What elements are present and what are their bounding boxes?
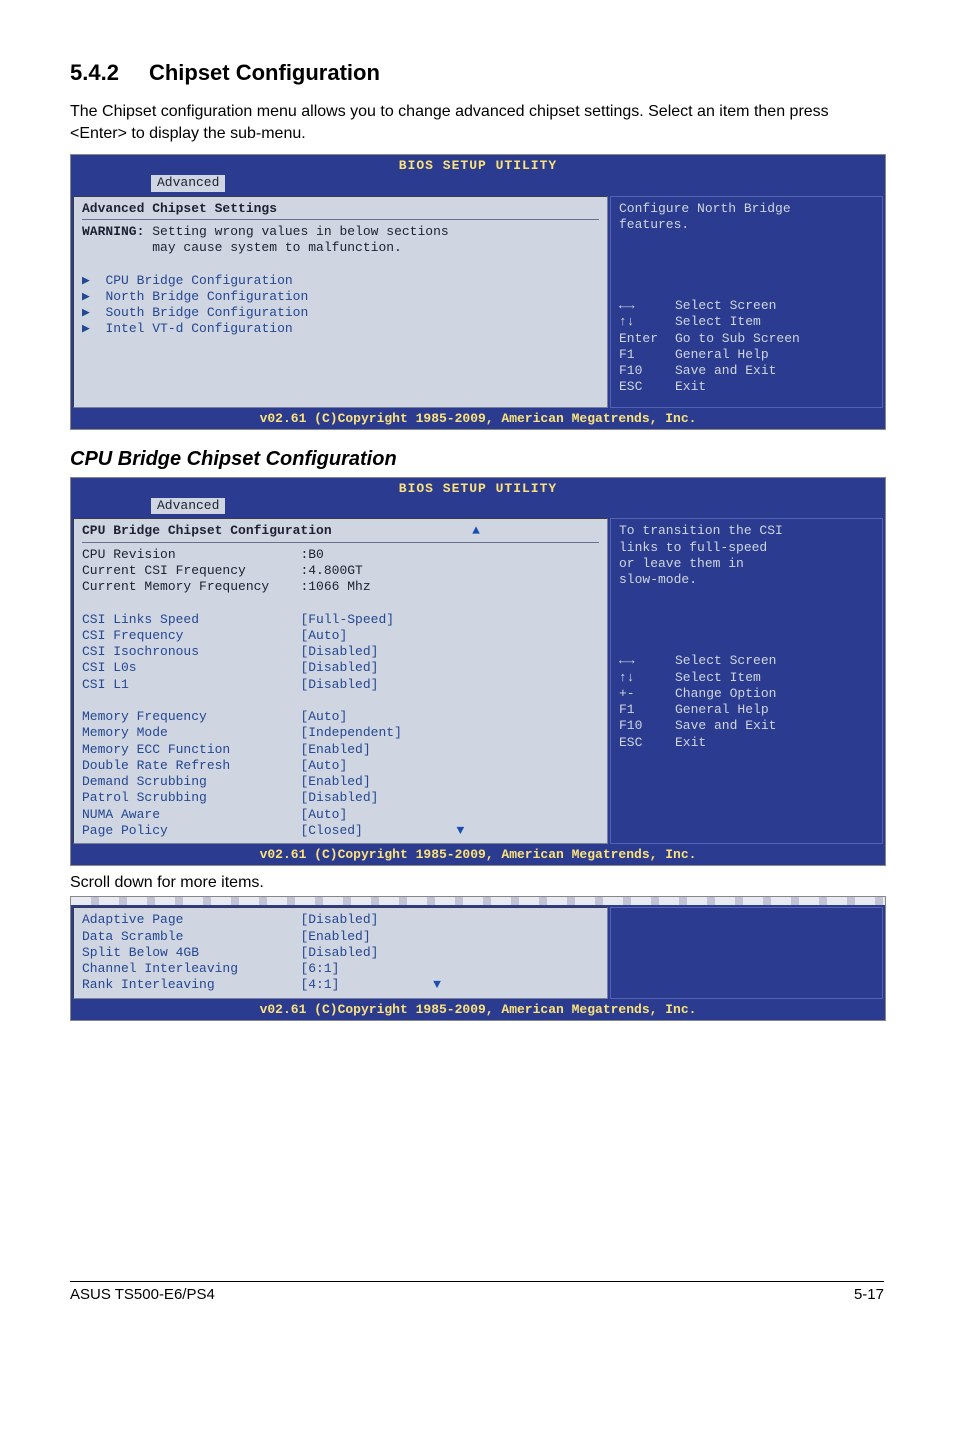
warning-line-2: may cause system to malfunction.	[152, 240, 402, 255]
help-text: Configure North Bridge features.	[619, 201, 791, 232]
bios-tab-row: Advanced	[71, 498, 885, 516]
menu-vtd[interactable]: Intel VT-d Configuration	[105, 321, 292, 336]
menu-cpu-bridge[interactable]: CPU Bridge Configuration	[105, 273, 292, 288]
bios-help-pane: To transition the CSI links to full-spee…	[610, 518, 883, 844]
setting-row[interactable]: Memory Frequency [Auto]	[82, 709, 347, 724]
bios-screen-2: BIOS SETUP UTILITY Advanced CPU Bridge C…	[70, 477, 886, 867]
bios-screen-1: BIOS SETUP UTILITY Advanced Advanced Chi…	[70, 154, 886, 430]
bios-title: BIOS SETUP UTILITY	[71, 155, 885, 175]
tab-advanced[interactable]: Advanced	[151, 175, 225, 191]
section-heading: 5.4.2 Chipset Configuration	[70, 60, 884, 86]
setting-row[interactable]: CSI L0s [Disabled]	[82, 660, 378, 675]
info-row: CPU Revision :B0	[82, 547, 324, 562]
bios-tab-row: Advanced	[71, 175, 885, 193]
setting-row[interactable]: Split Below 4GB [Disabled]	[82, 945, 378, 960]
torn-edge	[71, 897, 885, 905]
setting-row[interactable]: CSI L1 [Disabled]	[82, 677, 378, 692]
info-row: Current Memory Frequency :1066 Mhz	[82, 579, 371, 594]
chipset-heading: Advanced Chipset Settings	[82, 201, 277, 216]
setting-row[interactable]: NUMA Aware [Auto]	[82, 807, 347, 822]
bios-title: BIOS SETUP UTILITY	[71, 478, 885, 498]
info-row: Current CSI Frequency :4.800GT	[82, 563, 363, 578]
setting-row[interactable]: Demand Scrubbing [Enabled]	[82, 774, 371, 789]
setting-row[interactable]: Memory Mode [Independent]	[82, 725, 402, 740]
help-text: To transition the CSI links to full-spee…	[619, 523, 783, 587]
setting-row[interactable]: Data Scramble [Enabled]	[82, 929, 371, 944]
setting-row[interactable]: Rank Interleaving [4:1]	[82, 977, 339, 992]
setting-row[interactable]: CSI Isochronous [Disabled]	[82, 644, 378, 659]
setting-row[interactable]: Double Rate Refresh [Auto]	[82, 758, 347, 773]
menu-south-bridge[interactable]: South Bridge Configuration	[105, 305, 308, 320]
setting-row[interactable]: Memory ECC Function [Enabled]	[82, 742, 371, 757]
setting-row[interactable]: Page Policy [Closed]	[82, 823, 363, 838]
menu-north-bridge[interactable]: North Bridge Configuration	[105, 289, 308, 304]
setting-row[interactable]: Patrol Scrubbing [Disabled]	[82, 790, 378, 805]
bios-help-pane	[610, 907, 883, 998]
intro-paragraph: The Chipset configuration menu allows yo…	[70, 101, 884, 144]
setting-row[interactable]: Adaptive Page [Disabled]	[82, 912, 378, 927]
bios-help-pane: Configure North Bridge features. ←→Selec…	[610, 196, 883, 408]
footer-right: 5-17	[854, 1286, 884, 1303]
bios-copyright: v02.61 (C)Copyright 1985-2009, American …	[71, 410, 885, 429]
cpu-bridge-heading: CPU Bridge Chipset Configuration	[82, 523, 332, 538]
page-footer: ASUS TS500-E6/PS4 5-17	[70, 1281, 884, 1303]
warning-line-1: Setting wrong values in below sections	[152, 224, 448, 239]
bios-copyright: v02.61 (C)Copyright 1985-2009, American …	[71, 1001, 885, 1020]
bios-copyright: v02.61 (C)Copyright 1985-2009, American …	[71, 846, 885, 865]
sub-heading: CPU Bridge Chipset Configuration	[70, 448, 884, 471]
scroll-note: Scroll down for more items.	[70, 874, 884, 892]
warning-label: WARNING:	[82, 224, 144, 239]
setting-row[interactable]: CSI Frequency [Auto]	[82, 628, 347, 643]
scroll-up-icon[interactable]: ▲	[472, 523, 480, 538]
footer-left: ASUS TS500-E6/PS4	[70, 1286, 215, 1303]
setting-row[interactable]: Channel Interleaving [6:1]	[82, 961, 339, 976]
scroll-down-icon[interactable]: ▼	[433, 977, 441, 992]
section-number: 5.4.2	[70, 60, 119, 85]
section-title: Chipset Configuration	[149, 60, 380, 85]
bios-screen-3: Adaptive Page [Disabled] Data Scramble […	[70, 896, 886, 1021]
tab-advanced[interactable]: Advanced	[151, 498, 225, 514]
setting-row[interactable]: CSI Links Speed [Full-Speed]	[82, 612, 394, 627]
scroll-down-icon[interactable]: ▼	[457, 823, 465, 838]
